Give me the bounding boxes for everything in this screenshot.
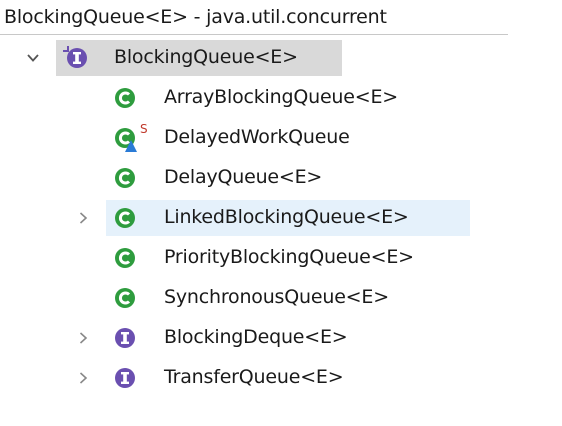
class-icon (112, 165, 138, 191)
class-icon (112, 285, 138, 311)
chevron-right-icon[interactable] (74, 209, 92, 227)
class-icon (112, 85, 138, 111)
tree-item-label: TransferQueue<E> (164, 366, 344, 388)
tree-item-label: LinkedBlockingQueue<E> (164, 206, 409, 228)
class-icon (112, 245, 138, 271)
tree-row-blockingdeque[interactable]: BlockingDeque<E> (79, 320, 466, 356)
tree-item-label: BlockingDeque<E> (164, 326, 348, 348)
chevron-right-icon[interactable] (74, 329, 92, 347)
tree-row-linkedblockingqueue[interactable]: LinkedBlockingQueue<E> (79, 200, 470, 236)
tree-item-label: ArrayBlockingQueue<E> (164, 86, 399, 108)
tree-row-synchronousqueue[interactable]: SynchronousQueue<E> (106, 280, 466, 316)
static-marker: S (140, 122, 148, 136)
chevron-right-icon[interactable] (74, 369, 92, 387)
warning-triangle-icon (124, 136, 138, 152)
tree-row-blockingqueue[interactable]: BlockingQueue<E> (27, 40, 342, 76)
tree-item-label: BlockingQueue<E> (114, 46, 298, 68)
tree-row-priorityblockingqueue[interactable]: PriorityBlockingQueue<E> (106, 240, 486, 276)
tree-item-label: SynchronousQueue<E> (164, 286, 389, 308)
hierarchy-title: BlockingQueue<E> - java.util.concurrent (4, 6, 387, 28)
title-divider (0, 34, 508, 35)
class-icon (112, 205, 138, 231)
interface-icon (62, 45, 88, 71)
tree-row-delayqueue[interactable]: DelayQueue<E> (106, 160, 466, 196)
interface-icon (112, 325, 138, 351)
tree-row-transferqueue[interactable]: TransferQueue<E> (79, 360, 466, 396)
chevron-down-icon[interactable] (24, 49, 42, 67)
tree-row-delayedworkqueue[interactable]: S DelayedWorkQueue (106, 120, 466, 156)
tree-item-label: DelayedWorkQueue (164, 126, 350, 148)
tree-item-label: PriorityBlockingQueue<E> (164, 246, 414, 268)
interface-icon (112, 365, 138, 391)
tree-row-arrayblockingqueue[interactable]: ArrayBlockingQueue<E> (106, 80, 466, 116)
tree-item-label: DelayQueue<E> (164, 166, 323, 188)
